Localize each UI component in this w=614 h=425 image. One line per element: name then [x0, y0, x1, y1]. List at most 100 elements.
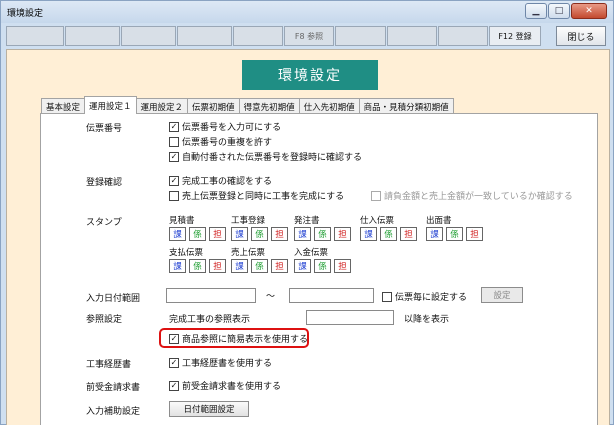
fkey-4 [177, 26, 232, 46]
fkey-5 [233, 26, 283, 46]
stamp-name-order: 発注書 [294, 216, 320, 226]
input-assist-label: 入力補助設定 [86, 407, 141, 417]
checkbox-box: ✓ [169, 380, 179, 391]
completed-work-reference-input[interactable] [306, 310, 394, 325]
tab-basic[interactable]: 基本設定 [41, 98, 86, 114]
stamp-group-estimate: 課 係 担 [169, 227, 229, 241]
per-slip-setting-checkbox[interactable]: 伝票毎に設定する [382, 290, 467, 303]
slip-number-editable-checkbox[interactable]: ✓ 伝票番号を入力可にする [169, 120, 281, 133]
stamp-tan[interactable]: 担 [400, 227, 417, 241]
completed-work-confirm-checkbox[interactable]: ✓ 完成工事の確認をする [169, 174, 272, 187]
fkey-9 [335, 26, 386, 46]
sales-complete-work-checkbox[interactable]: 売上伝票登録と同時に工事を完成にする [169, 189, 344, 202]
stamp-kakari[interactable]: 係 [314, 227, 331, 241]
stamp-tan[interactable]: 担 [334, 259, 351, 273]
stamp-name-estimate: 見積書 [169, 216, 195, 226]
date-range-end-input[interactable] [289, 288, 374, 303]
window-controls: ▁ □ ✕ [524, 3, 607, 19]
settings-window: 環境設定 ▁ □ ✕ F8 参照 F12 登録 閉じる 環境設定 基本設定 運用… [0, 0, 614, 425]
checkbox-box: ✓ [169, 151, 179, 162]
checkbox-box: ✓ [169, 333, 179, 344]
stamp-group-order: 課 係 担 [294, 227, 354, 241]
client-area: 環境設定 基本設定 運用設定１ 運用設定２ 伝票初期値 得意先初期値 仕入先初期… [6, 49, 610, 425]
stamp-name-attendance: 出面書 [426, 216, 452, 226]
slip-number-label: 伝票番号 [86, 124, 123, 134]
stamp-ka[interactable]: 課 [231, 259, 248, 273]
stamp-name-payment: 支払伝票 [169, 248, 204, 258]
register-confirm-label: 登録確認 [86, 178, 123, 188]
fkey-12-register[interactable]: F12 登録 [489, 26, 541, 46]
date-range-settings-button[interactable]: 設定 [481, 287, 523, 303]
stamp-kakari[interactable]: 係 [189, 227, 206, 241]
stamp-label: スタンプ [86, 218, 122, 228]
tab-operation-1[interactable]: 運用設定１ [84, 96, 137, 114]
stamp-ka[interactable]: 課 [294, 259, 311, 273]
tab-product-category-defaults[interactable]: 商品・見積分類初期値 [358, 98, 454, 114]
tab-customer-defaults[interactable]: 得意先初期値 [238, 98, 300, 114]
advance-invoice-label: 前受金請求書 [86, 383, 141, 393]
slip-number-confirm-checkbox[interactable]: ✓ 自動付番された伝票番号を登録時に確認する [169, 150, 362, 163]
stamp-name-sales: 売上伝票 [231, 248, 266, 258]
close-icon[interactable]: ✕ [571, 3, 607, 19]
maximize-icon[interactable]: □ [548, 3, 570, 19]
stamp-kakari[interactable]: 係 [380, 227, 397, 241]
fkey-3 [121, 26, 176, 46]
title-bar: 環境設定 ▁ □ ✕ [1, 1, 613, 23]
stamp-kakari[interactable]: 係 [189, 259, 206, 273]
stamp-tan[interactable]: 担 [334, 227, 351, 241]
stamp-name-receipt: 入金伝票 [294, 248, 329, 258]
close-button[interactable]: 閉じる [556, 26, 606, 46]
date-range-tilde: ～ [266, 292, 276, 302]
fkey-8-reference[interactable]: F8 参照 [284, 26, 334, 46]
date-range-start-input[interactable] [166, 288, 256, 303]
checkbox-box: ✓ [169, 121, 179, 132]
stamp-tan[interactable]: 担 [466, 227, 483, 241]
stamp-tan[interactable]: 担 [271, 227, 288, 241]
stamp-tan[interactable]: 担 [209, 227, 226, 241]
advance-invoice-checkbox[interactable]: ✓ 前受金請求書を使用する [169, 379, 281, 392]
checkbox-box: ✓ [169, 357, 179, 368]
stamp-group-construction: 課 係 担 [231, 227, 291, 241]
stamp-group-sales: 課 係 担 [231, 259, 291, 273]
stamp-kakari[interactable]: 係 [446, 227, 463, 241]
slip-number-duplicate-checkbox[interactable]: 伝票番号の重複を許す [169, 135, 272, 148]
stamp-ka[interactable]: 課 [169, 227, 186, 241]
date-range-setting-button[interactable]: 日付範囲設定 [169, 401, 249, 417]
date-range-label: 入力日付範囲 [86, 294, 141, 304]
reference-settings-label: 参照設定 [86, 315, 123, 325]
stamp-ka[interactable]: 課 [426, 227, 443, 241]
fkey-2 [65, 26, 120, 46]
completed-work-reference-label: 完成工事の参照表示 [169, 315, 251, 325]
stamp-kakari[interactable]: 係 [251, 259, 268, 273]
checkbox-box [169, 190, 179, 201]
window-title: 環境設定 [7, 9, 44, 19]
stamp-kakari[interactable]: 係 [314, 259, 331, 273]
stamp-group-attendance: 課 係 担 [426, 227, 486, 241]
after-display-label: 以降を表示 [404, 315, 450, 325]
amount-match-confirm-checkbox[interactable]: 請負金額と売上金額が一致しているか確認する [371, 189, 573, 202]
stamp-group-purchase: 課 係 担 [360, 227, 420, 241]
page-title: 環境設定 [242, 60, 378, 90]
checkbox-box: ✓ [169, 175, 179, 186]
stamp-ka[interactable]: 課 [294, 227, 311, 241]
stamp-ka[interactable]: 課 [231, 227, 248, 241]
construction-history-label: 工事経歴書 [86, 360, 132, 370]
tab-operation-2[interactable]: 運用設定２ [135, 98, 189, 114]
simple-product-reference-checkbox[interactable]: ✓ 商品参照に簡易表示を使用する [169, 332, 308, 345]
function-key-bar: F8 参照 F12 登録 [6, 26, 610, 46]
fkey-11 [438, 26, 488, 46]
tab-slip-defaults[interactable]: 伝票初期値 [187, 98, 240, 114]
tab-supplier-defaults[interactable]: 仕入先初期値 [298, 98, 360, 114]
settings-panel: 伝票番号 ✓ 伝票番号を入力可にする 伝票番号の重複を許す ✓ 自動付番された伝… [40, 113, 598, 425]
stamp-tan[interactable]: 担 [271, 259, 288, 273]
stamp-ka[interactable]: 課 [360, 227, 377, 241]
minimize-icon[interactable]: ▁ [525, 3, 547, 19]
stamp-group-payment: 課 係 担 [169, 259, 229, 273]
stamp-ka[interactable]: 課 [169, 259, 186, 273]
stamp-tan[interactable]: 担 [209, 259, 226, 273]
checkbox-box [382, 291, 392, 302]
construction-history-checkbox[interactable]: ✓ 工事経歴書を使用する [169, 356, 272, 369]
stamp-kakari[interactable]: 係 [251, 227, 268, 241]
stamp-group-receipt: 課 係 担 [294, 259, 354, 273]
stamp-name-construction: 工事登録 [231, 216, 266, 226]
